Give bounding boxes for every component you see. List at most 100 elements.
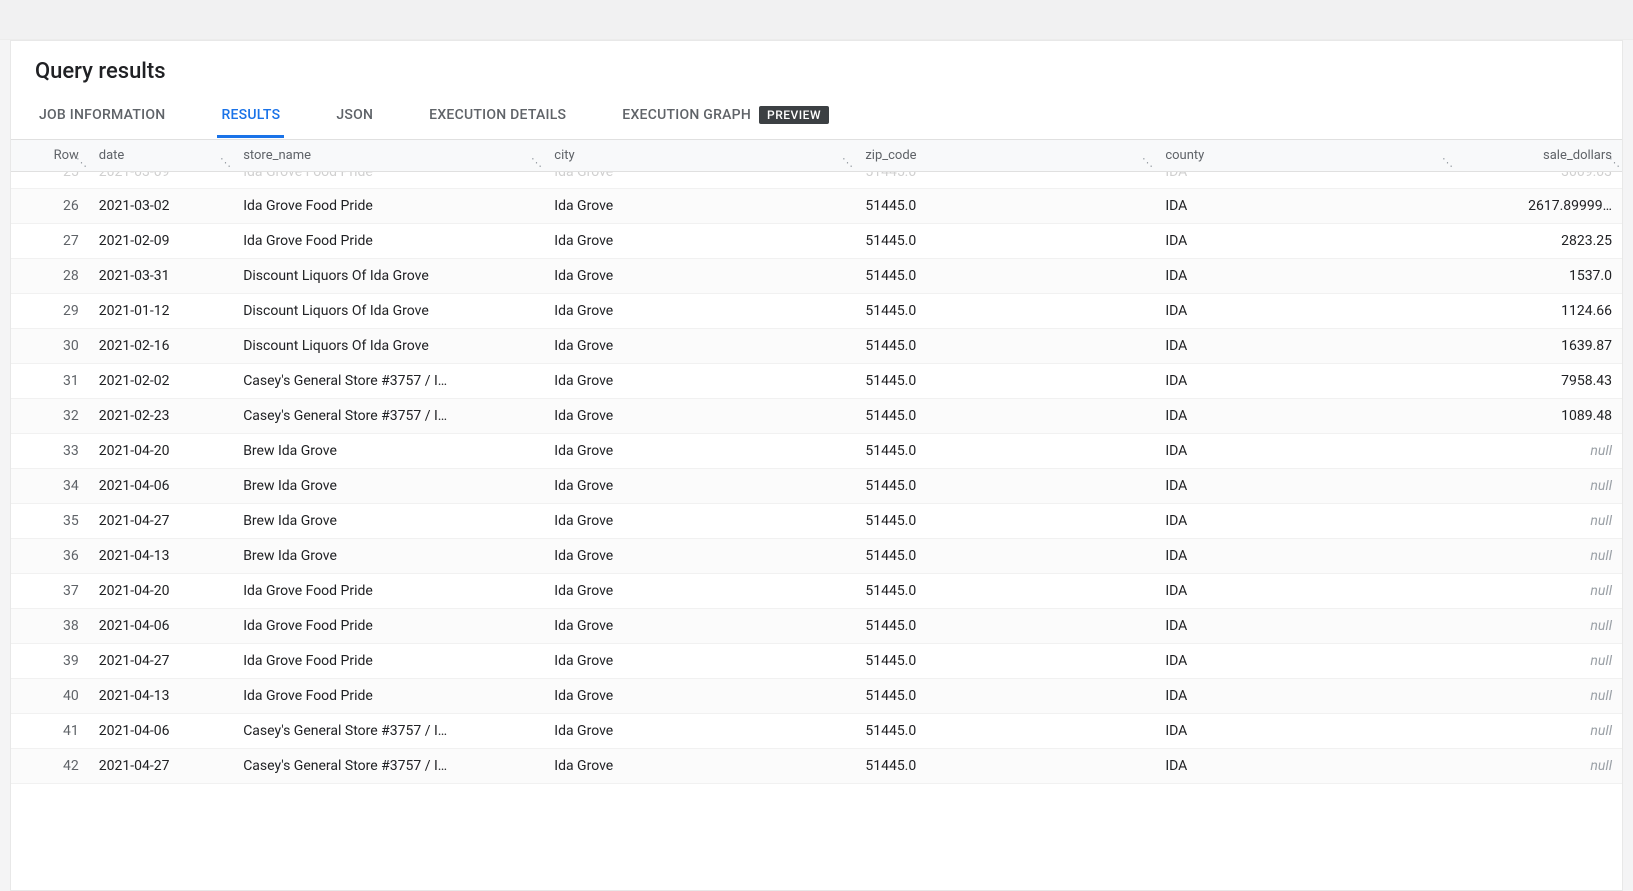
column-resize-icon[interactable]: ⋰ — [1142, 156, 1153, 169]
tab-job-info[interactable]: JOB INFORMATION — [35, 93, 169, 138]
cell-sale_dollars: null — [1455, 609, 1622, 644]
column-resize-icon[interactable]: ⋰ — [842, 156, 853, 169]
cell-county: IDA — [1155, 224, 1455, 259]
cell-county: IDA — [1155, 644, 1455, 679]
cell-store_name: Ida Grove Food Pride — [233, 224, 544, 259]
column-resize-icon[interactable]: ⋰ — [220, 156, 231, 169]
cell-row: 41 — [11, 714, 89, 749]
table-row[interactable]: 262021-03-02Ida Grove Food PrideIda Grov… — [11, 189, 1622, 224]
table-row[interactable]: 362021-04-13Brew Ida GroveIda Grove51445… — [11, 539, 1622, 574]
tab-label: JOB INFORMATION — [39, 107, 165, 123]
table-row[interactable]: 342021-04-06Brew Ida GroveIda Grove51445… — [11, 469, 1622, 504]
cell-county: IDA — [1155, 364, 1455, 399]
cell-city: Ida Grove — [544, 294, 855, 329]
cell-city: Ida Grove — [544, 224, 855, 259]
table-row[interactable]: 402021-04-13Ida Grove Food PrideIda Grov… — [11, 679, 1622, 714]
cell-row: 36 — [11, 539, 89, 574]
cell-city: Ida Grove — [544, 434, 855, 469]
table-row[interactable]: 422021-04-27Casey's General Store #3757 … — [11, 749, 1622, 784]
cell-store_name: Casey's General Store #3757 / I… — [233, 749, 544, 784]
cell-row: 33 — [11, 434, 89, 469]
cell-zip_code: 51445.0 — [855, 434, 1155, 469]
cell-date: 2021-04-13 — [89, 539, 233, 574]
cell-city: Ida Grove — [544, 749, 855, 784]
cell-sale_dollars: null — [1455, 714, 1622, 749]
cell-zip_code: 51445.0 — [855, 574, 1155, 609]
cell-zip_code: 51445.0 — [855, 749, 1155, 784]
cell-sale_dollars: 1089.48 — [1455, 399, 1622, 434]
cell-county: IDA — [1155, 189, 1455, 224]
table-row[interactable]: 382021-04-06Ida Grove Food PrideIda Grov… — [11, 609, 1622, 644]
null-value: null — [1590, 688, 1612, 704]
cell-row: 31 — [11, 364, 89, 399]
table-row[interactable]: 392021-04-27Ida Grove Food PrideIda Grov… — [11, 644, 1622, 679]
cell-date: 2021-04-27 — [89, 644, 233, 679]
table-row[interactable]: 332021-04-20Brew Ida GroveIda Grove51445… — [11, 434, 1622, 469]
preview-badge: PREVIEW — [759, 106, 829, 124]
table-row[interactable]: 272021-02-09Ida Grove Food PrideIda Grov… — [11, 224, 1622, 259]
cell-row: 25 — [11, 172, 89, 189]
column-header-row[interactable]: Row⋰ — [11, 140, 89, 172]
cell-store_name: Casey's General Store #3757 / I… — [233, 399, 544, 434]
cell-date: 2021-04-13 — [89, 679, 233, 714]
table-row[interactable]: 312021-02-02Casey's General Store #3757 … — [11, 364, 1622, 399]
tab-json[interactable]: JSON — [332, 93, 377, 138]
cell-sale_dollars: 1639.87 — [1455, 329, 1622, 364]
cell-sale_dollars: 3009.03 — [1455, 172, 1622, 189]
column-resize-icon[interactable]: ⋰ — [1442, 156, 1453, 169]
window-top-gap — [0, 0, 1633, 40]
column-header-sale_dollars[interactable]: sale_dollars⋰ — [1455, 140, 1622, 172]
cell-county: IDA — [1155, 609, 1455, 644]
null-value: null — [1590, 723, 1612, 739]
cell-county: IDA — [1155, 504, 1455, 539]
column-header-date[interactable]: date ⋰ — [89, 140, 233, 172]
table-body: 252021-03-09Ida Grove Food PrideIda Grov… — [11, 172, 1622, 784]
results-table-scroll[interactable]: Row⋰date⋰store_name⋰city⋰zip_code⋰county… — [11, 140, 1622, 890]
tab-results[interactable]: RESULTS — [217, 93, 284, 138]
column-header-zip_code[interactable]: zip_code⋰ — [855, 140, 1155, 172]
cell-county: IDA — [1155, 172, 1455, 189]
cell-row: 27 — [11, 224, 89, 259]
cell-store_name: Ida Grove Food Pride — [233, 189, 544, 224]
column-header-label: county — [1165, 148, 1204, 163]
cell-city: Ida Grove — [544, 469, 855, 504]
table-row[interactable]: 372021-04-20Ida Grove Food PrideIda Grov… — [11, 574, 1622, 609]
cell-city: Ida Grove — [544, 539, 855, 574]
table-row[interactable]: 302021-02-16Discount Liquors Of Ida Grov… — [11, 329, 1622, 364]
table-row[interactable]: 352021-04-27Brew Ida GroveIda Grove51445… — [11, 504, 1622, 539]
column-header-county[interactable]: county ⋰ — [1155, 140, 1455, 172]
cell-row: 42 — [11, 749, 89, 784]
cell-date: 2021-02-09 — [89, 224, 233, 259]
cell-sale_dollars: 7958.43 — [1455, 364, 1622, 399]
cell-row: 35 — [11, 504, 89, 539]
cell-date: 2021-04-06 — [89, 469, 233, 504]
cell-county: IDA — [1155, 574, 1455, 609]
column-header-label: date — [99, 148, 125, 163]
null-value: null — [1590, 618, 1612, 634]
tab-exec-details[interactable]: EXECUTION DETAILS — [425, 93, 570, 138]
cell-zip_code: 51445.0 — [855, 189, 1155, 224]
table-row[interactable]: 412021-04-06Casey's General Store #3757 … — [11, 714, 1622, 749]
cell-date: 2021-04-06 — [89, 609, 233, 644]
cell-county: IDA — [1155, 679, 1455, 714]
cell-date: 2021-02-23 — [89, 399, 233, 434]
tab-exec-graph[interactable]: EXECUTION GRAPHPREVIEW — [618, 92, 833, 139]
column-header-city[interactable]: city⋰ — [544, 140, 855, 172]
table-row[interactable]: 322021-02-23Casey's General Store #3757 … — [11, 399, 1622, 434]
cell-zip_code: 51445.0 — [855, 609, 1155, 644]
cell-sale_dollars: 2823.25 — [1455, 224, 1622, 259]
cell-county: IDA — [1155, 259, 1455, 294]
column-resize-icon[interactable]: ⋰ — [531, 156, 542, 169]
cell-zip_code: 51445.0 — [855, 399, 1155, 434]
table-row[interactable]: 282021-03-31Discount Liquors Of Ida Grov… — [11, 259, 1622, 294]
cell-zip_code: 51445.0 — [855, 714, 1155, 749]
cell-sale_dollars: null — [1455, 469, 1622, 504]
cell-sale_dollars: 2617.89999… — [1455, 189, 1622, 224]
cell-zip_code: 51445.0 — [855, 172, 1155, 189]
cell-store_name: Brew Ida Grove — [233, 469, 544, 504]
table-row-ghost: 252021-03-09Ida Grove Food PrideIda Grov… — [11, 172, 1622, 189]
null-value: null — [1590, 443, 1612, 459]
column-header-store_name[interactable]: store_name⋰ — [233, 140, 544, 172]
cell-sale_dollars: null — [1455, 539, 1622, 574]
table-row[interactable]: 292021-01-12Discount Liquors Of Ida Grov… — [11, 294, 1622, 329]
